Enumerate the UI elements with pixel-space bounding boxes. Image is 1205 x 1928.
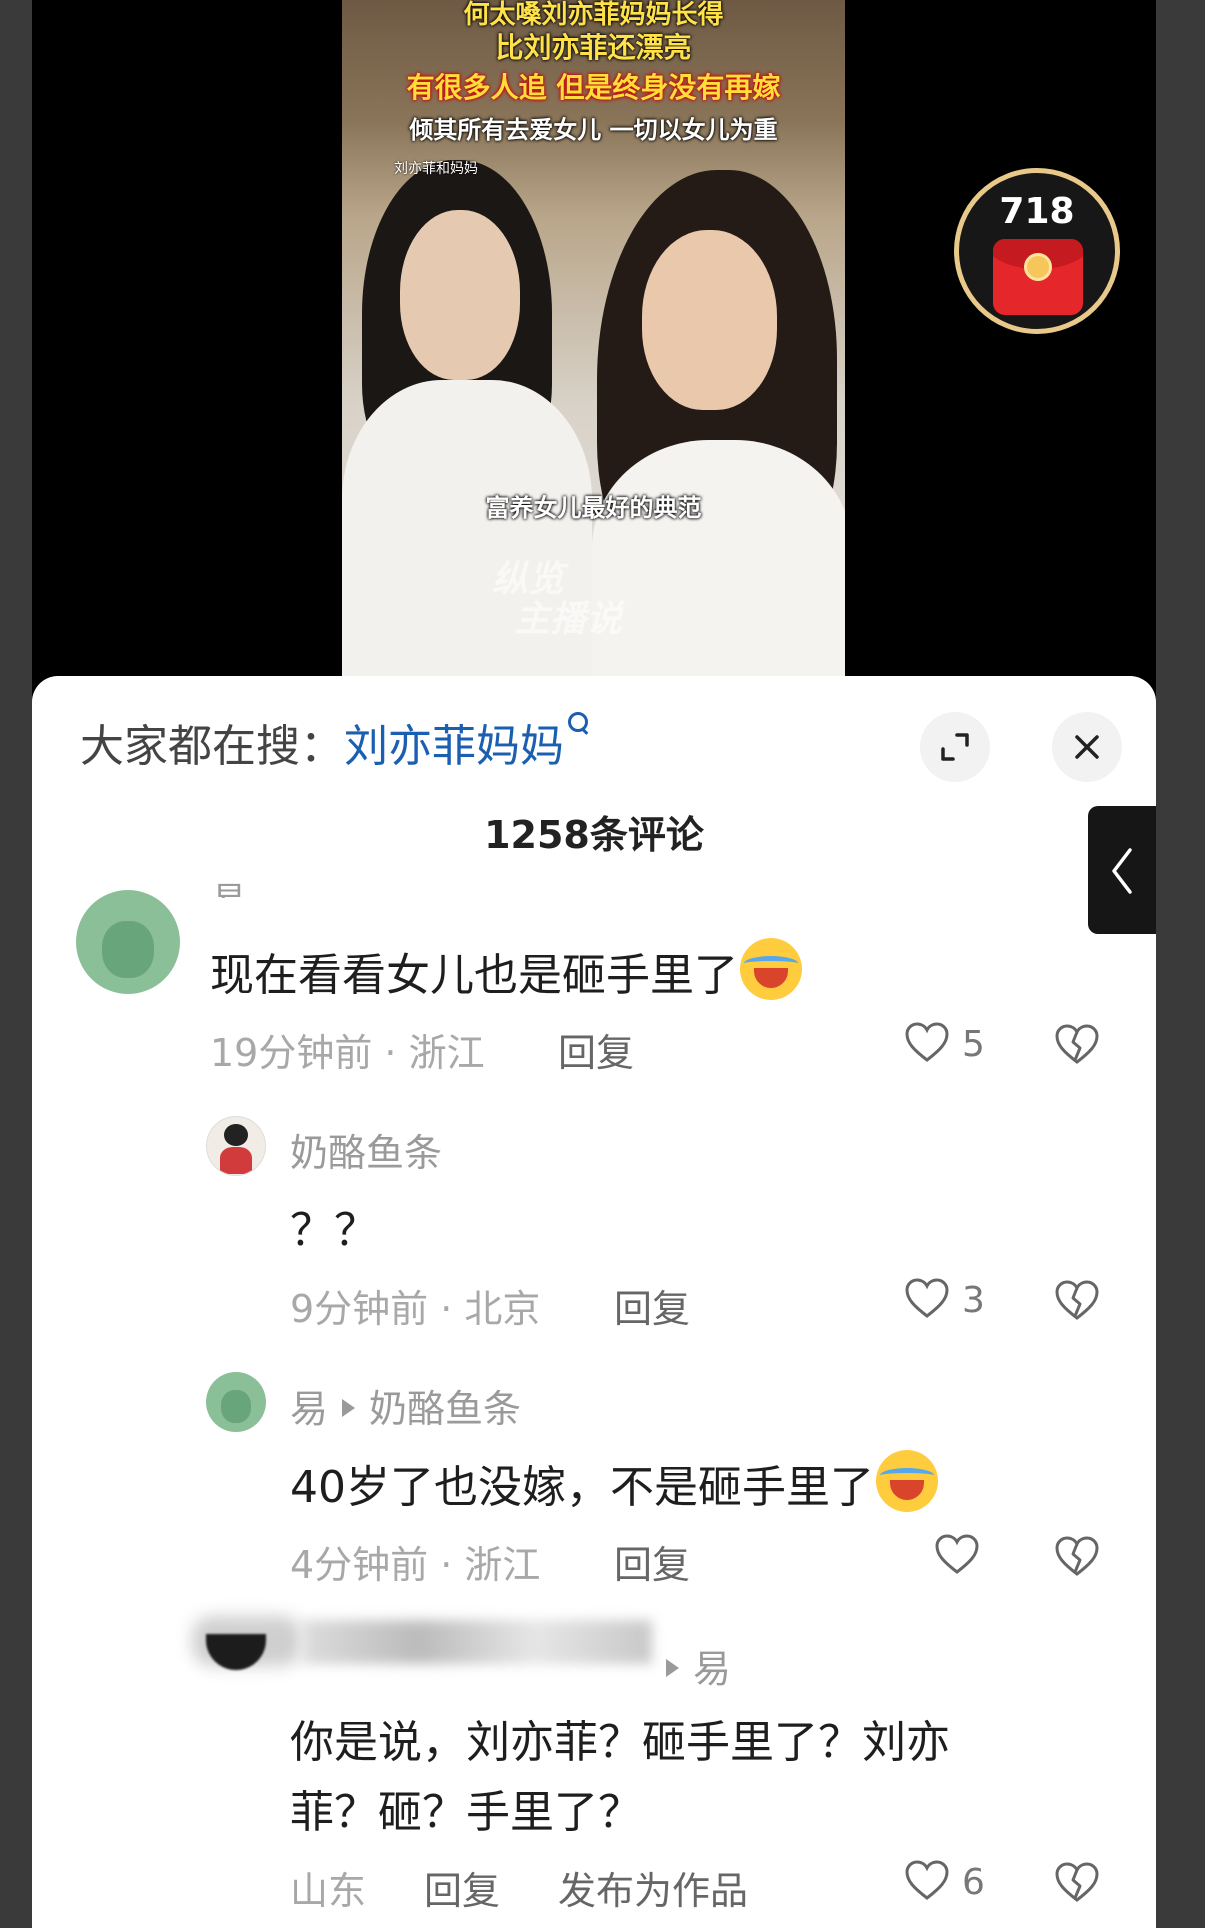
video-watermark: 纵览 主播说: [492, 560, 622, 640]
broken-heart-icon[interactable]: [1054, 1534, 1100, 1580]
comment-text-line1: 你是说，刘亦菲？砸手里了？刘亦: [290, 1717, 950, 1768]
video-caption-line3: 有很多人追 但是终身没有再嫁: [406, 71, 781, 104]
mother-face: [642, 230, 777, 410]
watermark-line1: 纵览: [492, 559, 565, 600]
video-caption-line2: 比刘亦菲还漂亮: [495, 31, 692, 64]
publish-as-work-button[interactable]: 发布为作品: [558, 1860, 748, 1915]
trending-query-link[interactable]: 刘亦菲妈妈: [344, 721, 564, 772]
mother-body: [592, 440, 845, 676]
photo-label: 刘亦菲和妈妈: [394, 161, 478, 177]
avatar[interactable]: [206, 1372, 266, 1432]
comment-location: 山东: [290, 1869, 367, 1913]
video-frame: 何太嗓刘亦菲妈妈长得 比刘亦菲还漂亮 有很多人追 但是终身没有再嫁 倾其所有去爱…: [342, 0, 845, 676]
comment-count: 1258条评论: [484, 813, 704, 857]
trending-search[interactable]: 大家都在搜：刘亦菲妈妈: [80, 710, 590, 774]
heart-outline-icon[interactable]: [904, 1020, 950, 1066]
comment-time-location: 19分钟前 · 浙江: [210, 1031, 485, 1075]
chevron-left-icon: [1112, 848, 1132, 894]
reply-button[interactable]: 回复: [614, 1534, 690, 1589]
comment-author[interactable]: 奶酪鱼条: [290, 1122, 442, 1177]
comment-time-location: 9分钟前 · 北京: [290, 1287, 541, 1331]
like-count: 3: [962, 1280, 985, 1321]
reply-button[interactable]: 回复: [424, 1860, 500, 1915]
watermark-line2: 主播说: [514, 599, 623, 640]
heart-outline-icon[interactable]: [904, 1276, 950, 1322]
search-icon: [564, 710, 590, 750]
heart-outline-icon[interactable]: [934, 1532, 980, 1578]
video-caption-line4: 倾其所有去爱女儿 一切以女儿为重: [409, 116, 778, 144]
reply-to-author[interactable]: 易: [693, 1647, 731, 1691]
broken-heart-icon[interactable]: [1054, 1860, 1100, 1906]
red-envelope-icon: [993, 239, 1083, 315]
comment-time-location: 4分钟前 · 浙江: [290, 1543, 541, 1587]
reply-button[interactable]: 回复: [558, 1022, 634, 1077]
like-count: 5: [962, 1024, 985, 1065]
comment-text-content: 40岁了也没嫁，不是砸手里了: [290, 1462, 874, 1513]
red-packet-count: 718: [999, 191, 1075, 232]
like-count: 6: [962, 1862, 985, 1903]
comment-text: 现在看看女儿也是砸手里了: [210, 938, 802, 1003]
blurred-author-name: [302, 1620, 652, 1664]
video-subtitle: 富养女儿最好的典范: [485, 494, 702, 522]
close-icon: [1075, 735, 1099, 759]
broken-heart-icon[interactable]: [1054, 1278, 1100, 1324]
daughter-face: [400, 210, 520, 380]
side-panel-tab[interactable]: [1088, 806, 1156, 934]
video-player[interactable]: 何太嗓刘亦菲妈妈长得 比刘亦菲还漂亮 有很多人追 但是终身没有再嫁 倾其所有去爱…: [32, 0, 1156, 676]
app-frame: 何太嗓刘亦菲妈妈长得 比刘亦菲还漂亮 有很多人追 但是终身没有再嫁 倾其所有去爱…: [32, 0, 1156, 1928]
reply-arrow-icon: [342, 1399, 356, 1417]
red-packet-widget[interactable]: 718: [954, 168, 1120, 334]
comment-text-line2: 菲？砸？手里了？: [290, 1787, 642, 1838]
comment-sheet: 大家都在搜：刘亦菲妈妈 1258条评论 易 现在看看女儿也是砸手里了 19分钟前…: [32, 676, 1156, 1928]
trending-prefix: 大家都在搜：: [80, 721, 344, 772]
expand-icon: [941, 733, 969, 761]
reply-to-author[interactable]: 奶酪鱼条: [369, 1387, 521, 1431]
crying-laughing-emoji-icon: [876, 1450, 938, 1512]
expand-button[interactable]: [920, 712, 990, 782]
broken-heart-icon[interactable]: [1054, 1022, 1100, 1068]
comment-author-line: 易奶酪鱼条: [290, 1378, 521, 1433]
avatar[interactable]: [76, 890, 180, 994]
avatar[interactable]: [206, 1116, 266, 1176]
reply-button[interactable]: 回复: [614, 1278, 690, 1333]
comment-author[interactable]: 易: [212, 872, 246, 898]
reply-arrow-icon: [666, 1659, 679, 1677]
comment-text: ？？: [290, 1205, 378, 1256]
close-button[interactable]: [1052, 712, 1122, 782]
heart-outline-icon[interactable]: [904, 1858, 950, 1904]
comment-author[interactable]: 易: [290, 1387, 328, 1431]
comment-text: 40岁了也没嫁，不是砸手里了: [290, 1450, 938, 1515]
comment-text-content: 现在看看女儿也是砸手里了: [210, 950, 738, 1001]
comment-author-line: 易: [652, 1638, 731, 1693]
crying-laughing-emoji-icon: [740, 938, 802, 1000]
